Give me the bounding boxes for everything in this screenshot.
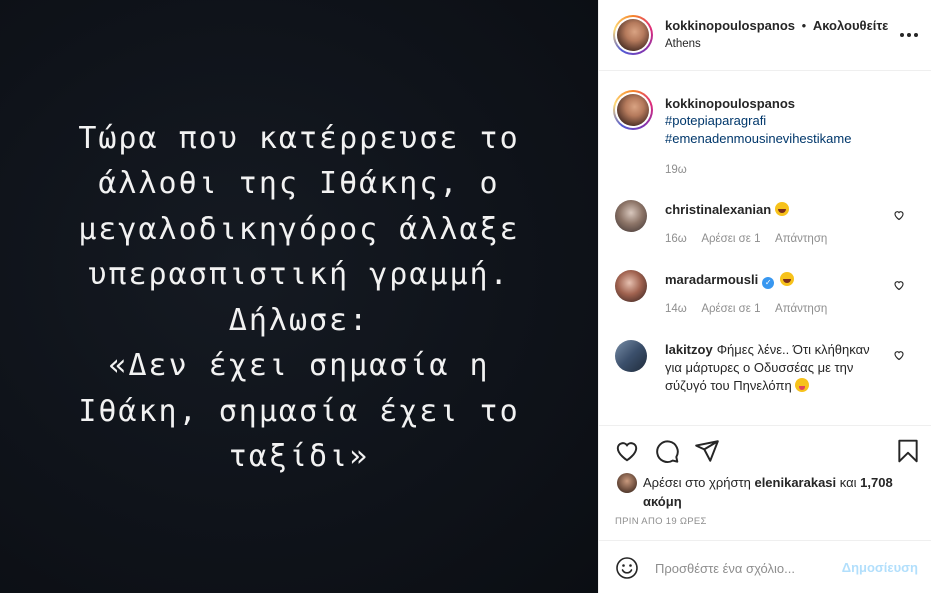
likes-and: και	[839, 475, 857, 490]
image-text-line: Δήλωσε:	[228, 302, 370, 338]
tongue-emoji-icon	[795, 378, 810, 392]
comment-text: lakitzoy Φήμες λένε.. Ότι κλήθηκαν για μά…	[665, 341, 885, 395]
heart-outline-icon[interactable]	[893, 349, 905, 361]
image-text-line: άλλοθι της Ιθάκης, ο	[98, 166, 500, 201]
liker-username-link[interactable]: elenikarakasi	[754, 475, 836, 490]
emoji-smile-icon[interactable]	[615, 556, 639, 580]
separator-dot: •	[801, 18, 807, 33]
image-text-line: Τώρα που κατέρρευσε το	[78, 120, 520, 156]
comment-text: maradarmousli ✓	[665, 271, 885, 289]
comment-avatar[interactable]	[615, 270, 647, 302]
hashtag-link[interactable]: #emenadenmousinevihestikame	[665, 131, 851, 146]
image-text-line: ταξίδι»	[228, 439, 370, 474]
share-icon[interactable]	[694, 438, 720, 464]
post-image-text: Τώρα που κατέρρευσε το άλλοθι της Ιθάκης…	[29, 116, 569, 480]
liker-avatar[interactable]	[617, 473, 637, 493]
location-link[interactable]: Athens	[665, 38, 701, 50]
likes-summary: Αρέσει στο χρήστη elenikarakasi και 1,70…	[643, 473, 913, 511]
post-image[interactable]: Τώρα που κατέρρευσε το άλλοθι της Ιθάκης…	[0, 0, 598, 593]
following-button[interactable]: Ακολουθείτε	[813, 18, 889, 33]
laughing-emoji-icon	[779, 272, 794, 286]
comment-timestamp[interactable]: 16ω	[665, 233, 687, 245]
caption-username-link[interactable]: kokkinopoulospanos	[665, 96, 795, 111]
comment-username-link[interactable]: christinalexanian	[665, 202, 771, 217]
more-horizontal-icon[interactable]	[900, 26, 918, 44]
heart-outline-icon[interactable]	[893, 209, 905, 221]
caption-avatar[interactable]	[613, 90, 653, 130]
caption-timestamp[interactable]: 19ω	[665, 164, 687, 176]
comment-likes-link[interactable]: Αρέσει σε 1	[701, 303, 760, 315]
comment-icon[interactable]	[654, 438, 680, 464]
verified-badge-icon: ✓	[762, 277, 775, 289]
comment-avatar[interactable]	[615, 200, 647, 232]
image-text-line: Ιθάκη, σημασία έχει το	[78, 393, 520, 429]
comment-timestamp[interactable]: 14ω	[665, 303, 687, 315]
author-avatar[interactable]	[613, 15, 653, 55]
likes-prefix: Αρέσει στο χρήστη	[643, 475, 751, 490]
hashtag-link[interactable]: #potepiaparagrafi	[665, 113, 766, 128]
post-side-panel: kokkinopoulospanos • Ακολουθείτε Athens …	[598, 0, 931, 593]
heart-outline-icon[interactable]	[893, 279, 905, 291]
post-header: kokkinopoulospanos • Ακολουθείτε Athens	[599, 0, 931, 71]
comment-meta: 16ω Αρέσει σε 1 Απάντηση	[665, 233, 839, 245]
comment-username-link[interactable]: lakitzoy	[665, 342, 713, 357]
header-user-line: kokkinopoulospanos • Ακολουθείτε	[665, 18, 888, 33]
add-comment-bar: Δημοσίευση	[599, 540, 931, 593]
comment-likes-link[interactable]: Αρέσει σε 1	[701, 233, 760, 245]
save-bookmark-icon[interactable]	[895, 438, 921, 464]
image-text-line: υπερασπιστική γραμμή.	[88, 257, 510, 292]
image-text-line: μεγαλοδικηγόρος άλλαξε	[78, 211, 520, 247]
comment-avatar[interactable]	[615, 340, 647, 372]
post-timestamp[interactable]: ΠΡΙΝ ΑΠΟ 19 ΩΡΕΣ	[615, 516, 707, 527]
comment-meta: 14ω Αρέσει σε 1 Απάντηση	[665, 303, 839, 315]
post-actions: Αρέσει στο χρήστη elenikarakasi και 1,70…	[599, 425, 931, 527]
reply-button[interactable]: Απάντηση	[775, 233, 827, 245]
image-text-line: «Δεν έχει σημασία η	[108, 348, 490, 383]
reply-button[interactable]: Απάντηση	[775, 303, 827, 315]
publish-button[interactable]: Δημοσίευση	[842, 560, 918, 575]
heart-icon[interactable]	[614, 438, 640, 464]
author-username-link[interactable]: kokkinopoulospanos	[665, 18, 795, 33]
comment-username-link[interactable]: maradarmousli	[665, 272, 758, 287]
comment-text: christinalexanian	[665, 201, 885, 219]
laughing-emoji-icon	[775, 202, 790, 216]
comment-input[interactable]	[655, 557, 835, 579]
